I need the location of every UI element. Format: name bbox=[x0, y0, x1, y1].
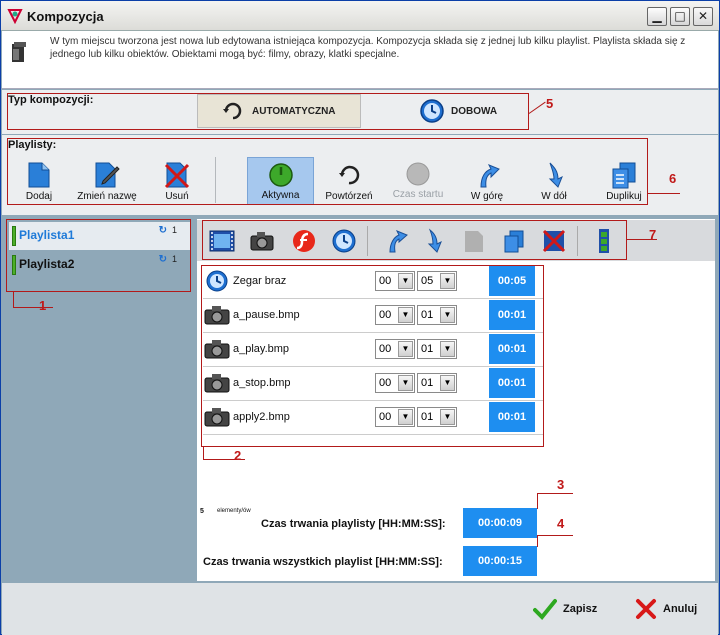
annotation-line-3a bbox=[537, 493, 538, 509]
annotation-line-1b bbox=[13, 307, 53, 308]
annotation-box-1 bbox=[6, 219, 191, 292]
annotation-line-6 bbox=[648, 193, 680, 194]
annotation-number-4: 4 bbox=[557, 516, 565, 531]
cancel-button[interactable]: Anuluj bbox=[635, 597, 697, 621]
annotation-line-3b bbox=[537, 493, 573, 494]
maximize-icon: □ bbox=[674, 9, 686, 23]
cancel-label: Anuluj bbox=[663, 603, 698, 615]
close-button[interactable]: ✕ bbox=[693, 7, 713, 26]
info-text: W tym miejscu tworzona jest nowa lub edy… bbox=[50, 36, 686, 60]
annotation-line-4b bbox=[537, 535, 573, 536]
info-icon bbox=[12, 42, 26, 62]
save-label: Zapisz bbox=[563, 603, 598, 615]
annotation-number-5: 5 bbox=[546, 96, 554, 111]
annotation-line-2a bbox=[203, 447, 204, 459]
title-bar: Kompozycja ▁ □ ✕ bbox=[1, 1, 719, 31]
maximize-button[interactable]: □ bbox=[670, 7, 690, 26]
close-icon: ✕ bbox=[697, 9, 709, 23]
cancel-x-icon bbox=[636, 599, 656, 619]
annotation-number-7: 7 bbox=[649, 227, 657, 242]
annotation-box-7 bbox=[202, 220, 627, 260]
annotation-number-6: 6 bbox=[669, 171, 677, 186]
elements-count: 5 bbox=[200, 508, 204, 515]
all-duration-value: 00:00:15 bbox=[463, 546, 537, 576]
annotation-box-6 bbox=[7, 138, 648, 205]
annotation-box-2 bbox=[201, 265, 544, 447]
playlist-duration-label: Czas trwania playlisty [HH:MM:SS]: bbox=[261, 518, 446, 530]
checkmark-icon bbox=[533, 599, 557, 620]
annotation-line-1a bbox=[13, 292, 14, 308]
info-bar: W tym miejscu tworzona jest nowa lub edy… bbox=[2, 31, 718, 89]
composition-window: Kompozycja ▁ □ ✕ W tym miejscu tworzona … bbox=[0, 0, 720, 635]
annotation-number-2: 2 bbox=[234, 448, 242, 463]
annotation-number-1: 1 bbox=[39, 298, 47, 313]
annotation-line-4a bbox=[537, 535, 538, 547]
elements-count-label: elementy/ów bbox=[217, 508, 251, 514]
footer-bar bbox=[2, 583, 718, 635]
playlist-duration-value: 00:00:09 bbox=[463, 508, 537, 538]
annotation-box-5 bbox=[7, 93, 529, 130]
app-logo-icon bbox=[7, 9, 23, 24]
annotation-number-3: 3 bbox=[557, 477, 565, 492]
all-duration-label: Czas trwania wszystkich playlist [HH:MM:… bbox=[203, 556, 443, 568]
window-title: Kompozycja bbox=[27, 9, 104, 24]
minimize-button[interactable]: ▁ bbox=[647, 7, 667, 26]
save-button[interactable]: Zapisz bbox=[533, 597, 597, 621]
minimize-icon: ▁ bbox=[652, 9, 662, 23]
